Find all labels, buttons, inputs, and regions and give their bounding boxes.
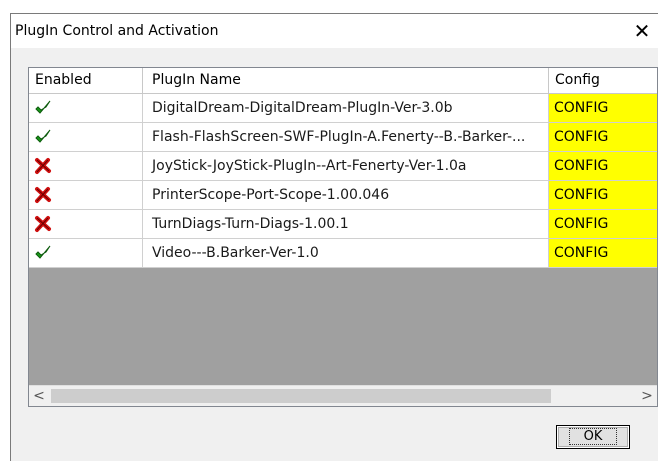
title-bar: PlugIn Control and Activation ✕	[11, 14, 658, 48]
check-icon	[35, 245, 51, 259]
table-row[interactable]: Video---B.Barker-Ver-1.0 CONFIG	[29, 239, 657, 268]
enabled-cell[interactable]	[29, 152, 143, 180]
plugin-name-cell[interactable]: JoyStick-JoyStick-PlugIn--Art-Fenerty-Ve…	[143, 152, 549, 180]
close-icon[interactable]: ✕	[629, 18, 655, 44]
table-row[interactable]: PrinterScope-Port-Scope-1.00.046 CONFIG	[29, 181, 657, 210]
scroll-left-icon[interactable]: <	[29, 386, 49, 406]
grid-header: Enabled PlugIn Name Config	[29, 68, 657, 94]
table-row[interactable]: JoyStick-JoyStick-PlugIn--Art-Fenerty-Ve…	[29, 152, 657, 181]
enabled-cell[interactable]	[29, 94, 143, 122]
column-header-plugin-name[interactable]: PlugIn Name	[143, 68, 549, 93]
plugin-name-cell[interactable]: Video---B.Barker-Ver-1.0	[143, 239, 549, 267]
config-button[interactable]: CONFIG	[549, 181, 657, 209]
ok-button-label: OK	[568, 428, 618, 445]
config-button[interactable]: CONFIG	[549, 152, 657, 180]
config-button[interactable]: CONFIG	[549, 210, 657, 238]
plugin-name-cell[interactable]: TurnDiags-Turn-Diags-1.00.1	[143, 210, 549, 238]
x-icon	[35, 216, 51, 232]
enabled-cell[interactable]	[29, 210, 143, 238]
config-button[interactable]: CONFIG	[549, 123, 657, 151]
config-button[interactable]: CONFIG	[549, 239, 657, 267]
column-header-enabled[interactable]: Enabled	[29, 68, 143, 93]
enabled-cell[interactable]	[29, 239, 143, 267]
check-icon	[35, 100, 51, 114]
plugin-name-cell[interactable]: DigitalDream-DigitalDream-PlugIn-Ver-3.0…	[143, 94, 549, 122]
plugin-name-cell[interactable]: Flash-FlashScreen-SWF-PlugIn-A.Fenerty--…	[143, 123, 549, 151]
table-row[interactable]: Flash-FlashScreen-SWF-PlugIn-A.Fenerty--…	[29, 123, 657, 152]
table-row[interactable]: TurnDiags-Turn-Diags-1.00.1 CONFIG	[29, 210, 657, 239]
horizontal-scrollbar[interactable]: < >	[29, 385, 657, 406]
column-header-config[interactable]: Config	[549, 68, 657, 93]
enabled-cell[interactable]	[29, 123, 143, 151]
scroll-right-icon[interactable]: >	[637, 386, 657, 406]
window-title: PlugIn Control and Activation	[15, 23, 219, 39]
scroll-thumb[interactable]	[51, 389, 551, 403]
x-icon	[35, 158, 51, 174]
table-row[interactable]: DigitalDream-DigitalDream-PlugIn-Ver-3.0…	[29, 94, 657, 123]
dialog-window: PlugIn Control and Activation ✕ Enabled …	[10, 13, 658, 461]
plugin-name-cell[interactable]: PrinterScope-Port-Scope-1.00.046	[143, 181, 549, 209]
plugin-grid[interactable]: Enabled PlugIn Name Config DigitalDream-…	[28, 67, 658, 407]
enabled-cell[interactable]	[29, 181, 143, 209]
ok-button[interactable]: OK	[556, 425, 630, 449]
check-icon	[35, 129, 51, 143]
config-button[interactable]: CONFIG	[549, 94, 657, 122]
x-icon	[35, 187, 51, 203]
